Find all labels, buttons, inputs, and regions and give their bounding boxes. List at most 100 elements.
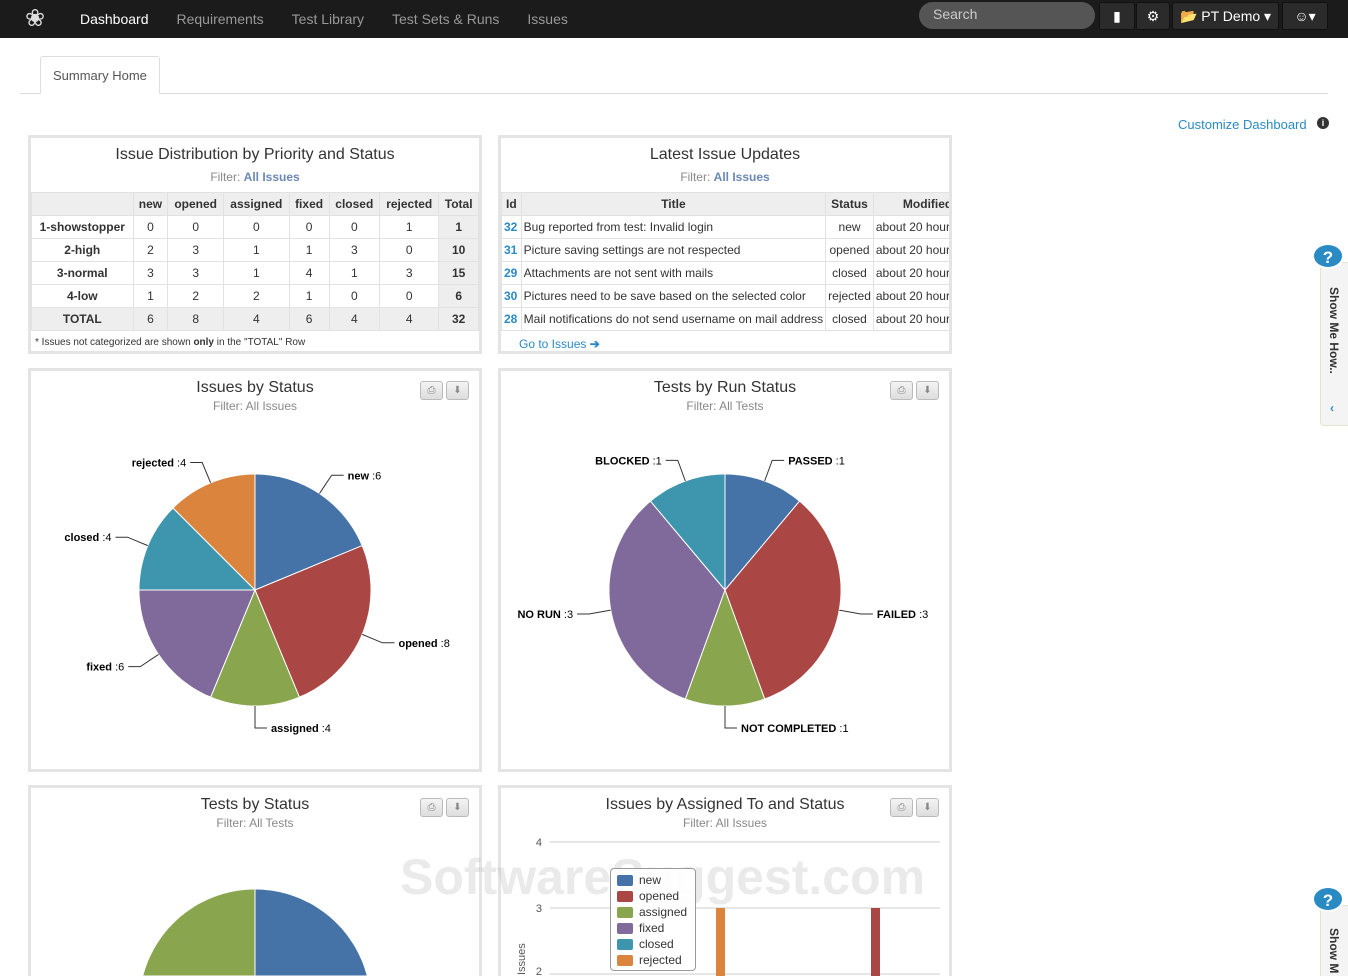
column-header: opened bbox=[167, 192, 224, 216]
chart-title: Issues by Assigned To and Status bbox=[605, 796, 845, 813]
tab-bar: Summary Home bbox=[20, 56, 1328, 94]
updates-table: Id Title Status Modified 32 Bug reported from… bbox=[501, 192, 949, 331]
show-me-how-tab[interactable]: Show Me How.. ‹ bbox=[1320, 262, 1348, 426]
show-me-how-label: Show Me How.. bbox=[1327, 287, 1341, 374]
issue-status: opened bbox=[825, 238, 874, 262]
table-cell: 0 bbox=[379, 238, 440, 262]
table-row[interactable]: 32 Bug reported from test: Invalid login n… bbox=[501, 215, 949, 239]
table-cell: 4 bbox=[288, 261, 330, 285]
table-cell: 0 bbox=[167, 215, 224, 239]
table-cell: 0 bbox=[328, 215, 381, 239]
help-question-icon[interactable]: ? bbox=[1312, 886, 1344, 912]
nav-test-library[interactable]: Test Library bbox=[292, 11, 364, 27]
table-header-row: Id Title Status Modified bbox=[501, 192, 949, 216]
legend-item[interactable]: assigned bbox=[617, 904, 689, 920]
go-to-issues-link[interactable]: Go to Issues ➔ bbox=[519, 337, 949, 351]
issue-id-link[interactable]: 29 bbox=[504, 266, 517, 280]
nav-requirements[interactable]: Requirements bbox=[177, 11, 264, 27]
table-cell: 4 bbox=[222, 307, 290, 331]
download-icon[interactable]: ⬇ bbox=[916, 798, 939, 817]
column-header: fixed bbox=[288, 192, 330, 216]
table-row[interactable]: 31 Picture saving settings are not respec… bbox=[501, 238, 949, 262]
print-icon[interactable]: ⎙ bbox=[420, 381, 443, 400]
print-icon[interactable]: ⎙ bbox=[420, 798, 443, 817]
issue-id-link[interactable]: 28 bbox=[504, 312, 517, 326]
chart-title: Tests by Status bbox=[200, 796, 310, 813]
table-cell: 3 bbox=[328, 238, 381, 262]
issue-modified: about 20 hours ago bbox=[872, 284, 949, 308]
latest-issue-updates-panel: Latest Issue Updates Filter: All Issues … bbox=[498, 135, 952, 354]
legend-item[interactable]: opened bbox=[617, 888, 689, 904]
chart-title: Issues by Status bbox=[196, 379, 314, 396]
table-row: 3-normal 3 3 1 4 1 3 15 bbox=[31, 261, 479, 285]
table-cell: 15 bbox=[438, 261, 479, 285]
table-row[interactable]: 28 Mail notifications do not send usernam… bbox=[501, 307, 949, 331]
chart-filter: Filter: All Issues bbox=[212, 399, 298, 413]
app-logo[interactable]: ❀ bbox=[18, 4, 52, 34]
help-question-icon[interactable]: ? bbox=[1312, 243, 1344, 269]
legend-swatch bbox=[617, 954, 633, 966]
table-cell: 0 bbox=[288, 215, 330, 239]
legend-swatch bbox=[617, 890, 633, 902]
info-icon[interactable]: i bbox=[1317, 117, 1329, 129]
column-header: Id bbox=[501, 192, 522, 216]
download-icon[interactable]: ⬇ bbox=[446, 798, 469, 817]
issue-status: rejected bbox=[825, 284, 874, 308]
print-icon[interactable]: ⎙ bbox=[890, 798, 913, 817]
legend-item[interactable]: closed bbox=[617, 936, 689, 952]
distribution-table: new opened assigned fixed closed rejected Tota… bbox=[31, 192, 479, 331]
legend-label: fixed bbox=[639, 921, 665, 935]
chart-title: Tests by Run Status bbox=[653, 379, 797, 396]
table-cell: 3 bbox=[132, 261, 169, 285]
customize-dashboard-link[interactable]: Customize Dashboard bbox=[1178, 117, 1307, 132]
table-cell: 1 bbox=[222, 261, 290, 285]
table-row: TOTAL 6 8 4 6 4 4 32 bbox=[31, 307, 479, 331]
user-menu-button[interactable]: ☺▾ bbox=[1282, 2, 1328, 30]
issue-id-link[interactable]: 31 bbox=[504, 243, 517, 257]
table-cell: 1 bbox=[288, 238, 330, 262]
legend-item[interactable]: rejected bbox=[617, 952, 689, 968]
legend-item[interactable]: fixed bbox=[617, 920, 689, 936]
issue-modified: about 20 hours ago bbox=[872, 238, 949, 262]
nav-test-sets-runs[interactable]: Test Sets & Runs bbox=[392, 11, 499, 27]
download-icon[interactable]: ⬇ bbox=[916, 381, 939, 400]
table-cell: 2 bbox=[132, 238, 169, 262]
book-icon[interactable]: ▮ bbox=[1099, 2, 1135, 30]
chevron-left-icon: ‹ bbox=[1330, 401, 1334, 415]
panel-filter: Filter: All Issues bbox=[680, 170, 770, 184]
gear-icon[interactable]: ⚙ bbox=[1136, 2, 1170, 30]
issue-title: Picture saving settings are not respecte… bbox=[520, 238, 827, 262]
issue-title: Mail notifications do not send username … bbox=[520, 307, 827, 331]
print-icon[interactable]: ⎙ bbox=[890, 381, 913, 400]
table-cell: 4-low bbox=[31, 284, 134, 308]
table-row: 4-low 1 2 2 1 0 0 6 bbox=[31, 284, 479, 308]
table-cell: 3-normal bbox=[31, 261, 134, 285]
table-cell: 2 bbox=[167, 284, 224, 308]
issue-id-link[interactable]: 32 bbox=[504, 220, 517, 234]
issue-modified: about 20 hours ago bbox=[872, 261, 949, 285]
legend-label: assigned bbox=[639, 905, 688, 919]
project-dropdown[interactable]: 📂 PT Demo ▾ bbox=[1172, 2, 1279, 30]
legend-item[interactable]: new bbox=[617, 872, 689, 888]
table-row[interactable]: 30 Pictures need to be save based on the … bbox=[501, 284, 949, 308]
legend-swatch bbox=[617, 874, 633, 886]
tab-summary-home[interactable]: Summary Home bbox=[40, 56, 160, 94]
legend-swatch bbox=[617, 938, 633, 950]
issue-id-link[interactable]: 30 bbox=[504, 289, 517, 303]
table-cell: 4 bbox=[379, 307, 440, 331]
nav-issues[interactable]: Issues bbox=[527, 11, 567, 27]
issue-distribution-panel: Issue Distribution by Priority and Statu… bbox=[28, 135, 482, 354]
search-input[interactable]: Search bbox=[919, 2, 1095, 29]
nav-dashboard[interactable]: Dashboard bbox=[80, 11, 149, 27]
download-icon[interactable]: ⬇ bbox=[446, 381, 469, 400]
table-row: 1-showstopper 0 0 0 0 0 1 1 bbox=[31, 215, 479, 239]
table-cell: 3 bbox=[379, 261, 440, 285]
table-row[interactable]: 29 Attachments are not sent with mails clo… bbox=[501, 261, 949, 285]
column-header: Total bbox=[438, 192, 479, 216]
table-cell: 1 bbox=[288, 284, 330, 308]
issue-modified: about 20 hours ago bbox=[872, 215, 949, 239]
table-row: 2-high 2 3 1 1 3 0 10 bbox=[31, 238, 479, 262]
show-me-how-tab-2[interactable]: Show M bbox=[1320, 905, 1348, 976]
table-cell: 6 bbox=[438, 284, 479, 308]
column-header: Modified bbox=[872, 192, 949, 216]
